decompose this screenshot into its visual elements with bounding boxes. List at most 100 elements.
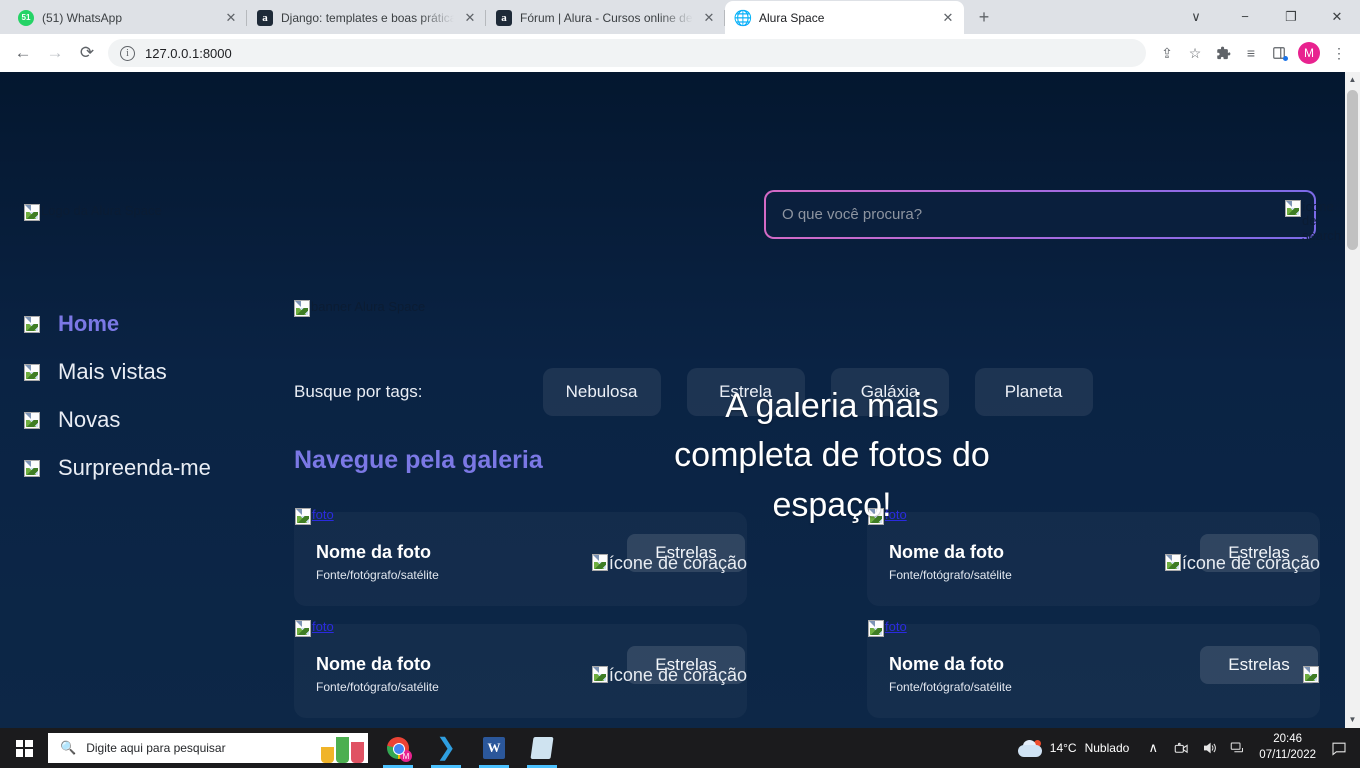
taskbar-search-box[interactable]: 🔍 Digite aqui para pesquisar (48, 733, 368, 763)
search-icon-broken-image[interactable]: ícone de search (1285, 199, 1341, 243)
sidebar-item-label: Home (58, 311, 120, 336)
whatsapp-icon: 51 (18, 9, 34, 26)
sidebar-item-novas[interactable]: Novas (24, 396, 264, 444)
tags-label: Busque por tags: (294, 382, 423, 401)
window-controls: ∨ − ❐ ✕ (1170, 0, 1360, 33)
address-bar-url: 127.0.0.1:8000 (145, 45, 232, 61)
heart-alt-text: ícone de coração (608, 553, 747, 573)
photo-broken-image[interactable]: foto (868, 620, 907, 637)
search-illustration-icon (321, 737, 364, 763)
volume-icon[interactable] (1195, 728, 1223, 768)
taskbar-clock[interactable]: 20:46 07/11/2022 (1251, 732, 1324, 763)
site-info-icon[interactable]: i (120, 45, 135, 61)
card-actions: Estrelas (1200, 646, 1318, 684)
banner-icon (294, 300, 310, 317)
photo-broken-image[interactable]: foto (295, 508, 334, 525)
chevron-up-icon[interactable]: ∧ (1139, 728, 1167, 768)
broken-image-icon (24, 204, 40, 221)
sidebar-item-label: Novas (58, 407, 121, 432)
tag-button-nebulosa[interactable]: Nebulosa (542, 368, 661, 416)
side-panel-icon[interactable] (1266, 40, 1292, 66)
browser-tab-alura-space[interactable]: 🌐 Alura Space ✕ (725, 1, 964, 34)
taskbar-app-chrome[interactable]: M (374, 728, 422, 768)
maximize-button[interactable]: ❐ (1268, 0, 1314, 33)
hero-headline: A galeria mais completa de fotos do espa… (674, 387, 990, 524)
profile-avatar[interactable]: M (1298, 42, 1320, 64)
close-icon[interactable]: ✕ (940, 10, 956, 26)
search-box[interactable] (764, 190, 1316, 239)
heart-icon (1164, 554, 1181, 571)
address-bar[interactable]: i 127.0.0.1:8000 (108, 39, 1146, 67)
minimize-button[interactable]: − (1222, 0, 1268, 33)
tab-title: (51) WhatsApp (42, 10, 123, 25)
scrollbar-thumb[interactable] (1347, 90, 1358, 250)
globe-icon: 🌐 (733, 9, 753, 27)
chrome-browser-window: 51 (51) WhatsApp ✕ a Django: templates e… (0, 0, 1360, 728)
sidebar-item-mais-vistas[interactable]: Mais vistas (24, 348, 264, 396)
sidebar-item-home[interactable]: Home (24, 300, 264, 348)
photo-title: Nome da foto (889, 542, 1004, 562)
alura-icon: a (257, 9, 273, 26)
taskbar-app-onenote[interactable] (518, 728, 566, 768)
scroll-down-arrow[interactable]: ▼ (1345, 712, 1360, 728)
photo-title: Nome da foto (316, 542, 431, 562)
heart-broken-image[interactable]: ícone de coração (591, 553, 747, 573)
close-window-button[interactable]: ✕ (1314, 0, 1360, 33)
vscode-icon: ❯ (435, 734, 457, 761)
share-icon[interactable]: ⇪ (1154, 40, 1180, 66)
banner-broken-image[interactable]: banner Alura Space (294, 300, 425, 317)
forward-button[interactable]: → (40, 38, 70, 68)
start-button[interactable] (0, 728, 48, 768)
heart-broken-image[interactable]: ícone de coração (591, 666, 747, 685)
photo-icon (295, 620, 311, 637)
photo-card[interactable]: foto Nome da foto Fonte/fotógrafo/satéli… (294, 620, 747, 718)
taskbar-app-word[interactable]: W (470, 728, 518, 768)
action-center-icon[interactable] (1324, 728, 1354, 768)
network-icon[interactable] (1223, 728, 1251, 768)
search-input[interactable] (782, 206, 1298, 223)
site-logo-broken-image[interactable]: Logo da Alura Space (24, 204, 162, 221)
card-body: Nome da foto Fonte/fotógrafo/satélite (889, 654, 1012, 694)
back-button[interactable]: ← (8, 38, 38, 68)
alura-icon: a (496, 9, 512, 26)
tab-title: Fórum | Alura - Cursos online de (520, 10, 693, 25)
reading-list-icon[interactable]: ≡ (1238, 40, 1264, 66)
scroll-up-arrow[interactable]: ▲ (1345, 72, 1360, 88)
browser-tab-forum[interactable]: a Fórum | Alura - Cursos online de ✕ (486, 1, 725, 34)
taskbar-search-placeholder: Digite aqui para pesquisar (86, 741, 226, 755)
page-scrollbar[interactable]: ▲ ▼ (1345, 72, 1360, 728)
extensions-puzzle-icon[interactable] (1210, 40, 1236, 66)
browser-menu-icon[interactable]: ⋮ (1326, 40, 1352, 66)
taskbar-app-vscode[interactable]: ❯ (422, 728, 470, 768)
heart-broken-image[interactable]: ícone de coração (1164, 554, 1320, 573)
photo-title: Nome da foto (889, 654, 1004, 674)
heart-broken-image[interactable] (1303, 666, 1320, 683)
reload-button[interactable]: ⟳ (72, 38, 102, 68)
browser-tab-django[interactable]: a Django: templates e boas práticas ✕ (247, 1, 486, 34)
close-icon[interactable]: ✕ (223, 10, 239, 26)
chevron-down-icon[interactable]: ∨ (1170, 0, 1222, 33)
bookmark-star-icon[interactable]: ☆ (1182, 40, 1208, 66)
photo-source: Fonte/fotógrafo/satélite (316, 680, 439, 694)
sidebar-item-surpreenda-me[interactable]: Surpreenda-me (24, 444, 264, 492)
browser-tab-whatsapp[interactable]: 51 (51) WhatsApp ✕ (8, 1, 247, 34)
windows-taskbar: 🔍 Digite aqui para pesquisar M ❯ W 14°C … (0, 728, 1360, 768)
close-icon[interactable]: ✕ (701, 10, 717, 26)
photo-card[interactable]: foto Nome da foto Fonte/fotógrafo/satéli… (867, 620, 1320, 718)
taskbar-app-buttons: M ❯ W (374, 728, 566, 768)
new-tab-button[interactable]: + (970, 3, 998, 31)
estrelas-button[interactable]: Estrelas (1200, 646, 1318, 684)
windows-logo-icon (15, 739, 33, 757)
system-tray: 14°C Nublado ∧ 20:46 07/11/2022 (1008, 728, 1360, 768)
photo-broken-image[interactable]: foto (295, 620, 334, 637)
tab-title: Alura Space (759, 10, 825, 25)
tab-title: Django: templates e boas práticas (281, 10, 454, 25)
close-icon[interactable]: ✕ (462, 10, 478, 26)
weather-widget[interactable]: 14°C Nublado (1008, 739, 1140, 757)
photo-source: Fonte/fotógrafo/satélite (316, 568, 439, 582)
photo-icon (868, 620, 884, 637)
eye-icon (24, 363, 40, 381)
sidebar-item-label: Surpreenda-me (58, 455, 211, 480)
camera-icon[interactable] (1167, 728, 1195, 768)
heart-icon (591, 554, 608, 571)
